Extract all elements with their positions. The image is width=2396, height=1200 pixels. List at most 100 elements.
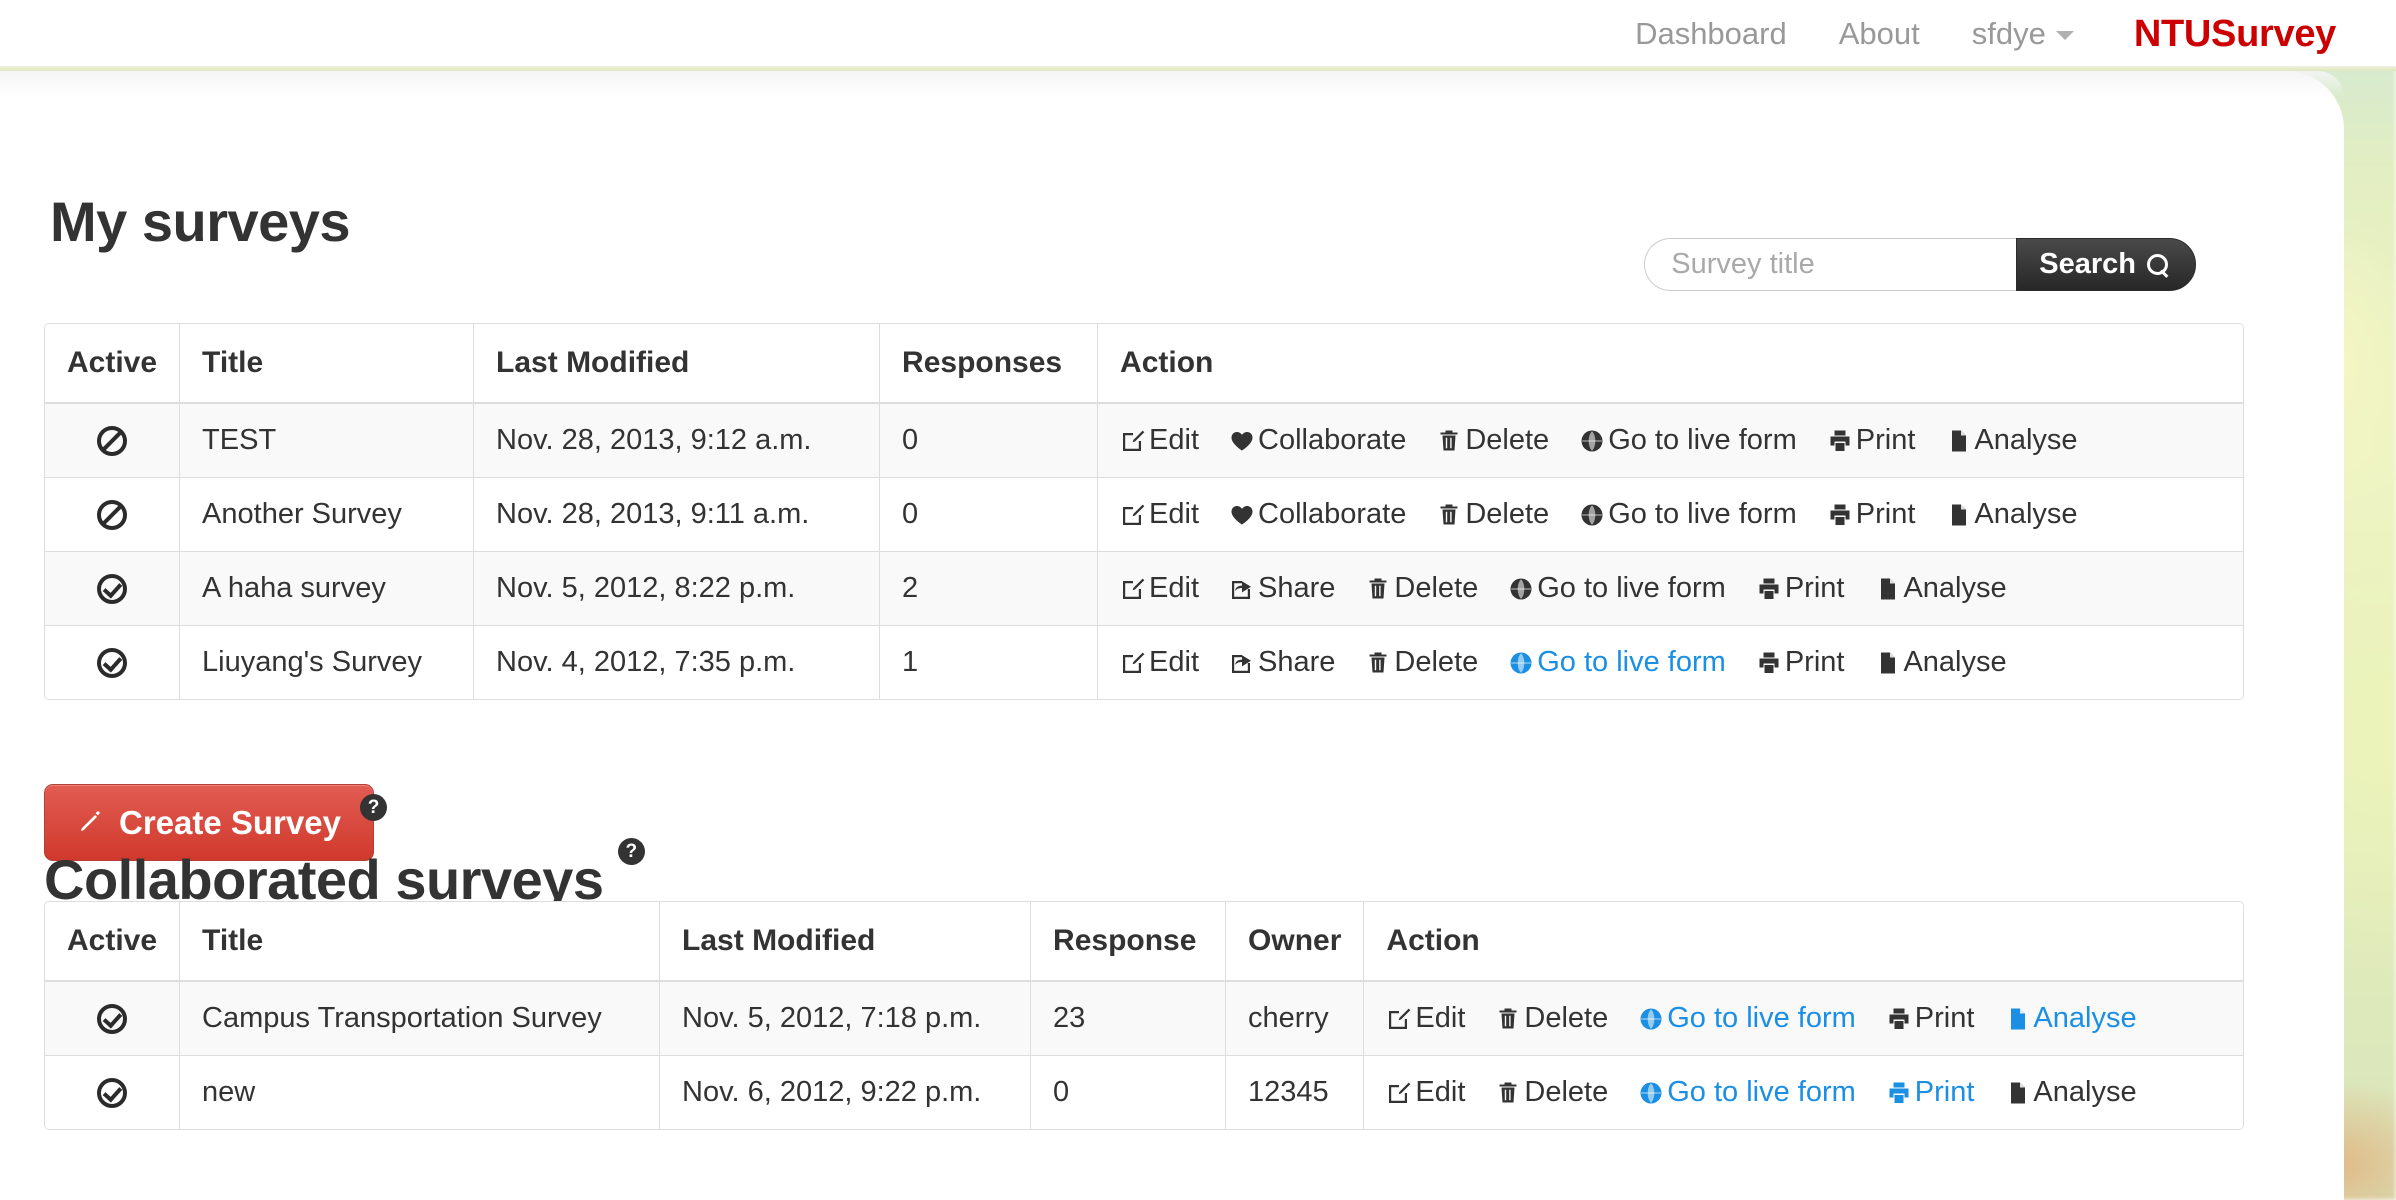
action-analyse[interactable]: Analyse <box>1874 646 2007 679</box>
globe-icon <box>1508 575 1534 603</box>
action-edit[interactable]: Edit <box>1120 498 1199 531</box>
action-go-to-live-form[interactable]: Go to live form <box>1638 1076 1856 1109</box>
action-print[interactable]: Print <box>1756 572 1844 605</box>
action-delete[interactable]: Delete <box>1495 1076 1608 1109</box>
action-edit[interactable]: Edit <box>1120 646 1199 679</box>
action-print[interactable]: Print <box>1886 1076 1974 1109</box>
row-actions: Edit Share Delete Go to live form Print Analy… <box>1120 572 2221 605</box>
action-delete[interactable]: Delete <box>1495 1002 1608 1035</box>
print-icon <box>1886 1079 1912 1107</box>
trash-icon <box>1436 427 1462 455</box>
file-icon <box>1945 501 1971 529</box>
row-actions: Edit Delete Go to live form Print Analyse <box>1386 1002 2221 1035</box>
collaborated-surveys-table-body: Campus Transportation Survey Nov. 5, 2012… <box>45 982 2243 1129</box>
cell-action: Edit Delete Go to live form Print Analyse <box>1364 982 2243 1055</box>
action-analyse[interactable]: Analyse <box>2004 1002 2137 1035</box>
file-icon <box>2004 1079 2030 1107</box>
search-button-label: Search <box>2039 248 2136 280</box>
cell-title: Campus Transportation Survey <box>180 982 661 1055</box>
action-analyse[interactable]: Analyse <box>1874 572 2007 605</box>
action-label: Go to live form <box>1608 424 1797 456</box>
edit-icon <box>1386 1079 1412 1107</box>
action-print[interactable]: Print <box>1756 646 1844 679</box>
navbar-items: Dashboard About sfdye NTUSurvey <box>1609 0 2336 68</box>
action-edit[interactable]: Edit <box>1120 572 1199 605</box>
column-header-active: Active <box>45 324 181 404</box>
nav-item-user-menu[interactable]: sfdye <box>1946 0 2100 68</box>
trash-icon <box>1365 649 1391 677</box>
column-header-active: Active <box>45 902 181 982</box>
action-analyse[interactable]: Analyse <box>2004 1076 2137 1109</box>
cell-active <box>45 982 181 1055</box>
action-collaborate[interactable]: Collaborate <box>1229 424 1406 457</box>
action-delete[interactable]: Delete <box>1365 572 1478 605</box>
action-go-to-live-form[interactable]: Go to live form <box>1579 498 1797 531</box>
edit-icon <box>1120 575 1146 603</box>
action-go-to-live-form[interactable]: Go to live form <box>1508 572 1726 605</box>
action-go-to-live-form[interactable]: Go to live form <box>1579 424 1797 457</box>
file-icon <box>1874 649 1900 677</box>
column-header-last-modified: Last Modified <box>474 324 881 404</box>
collaborated-surveys-help-icon[interactable]: ? <box>617 838 645 866</box>
cell-active <box>45 404 181 477</box>
action-label: Analyse <box>1903 572 2007 604</box>
share-icon <box>1229 649 1255 677</box>
action-label: Delete <box>1465 498 1550 530</box>
action-share[interactable]: Share <box>1229 572 1335 605</box>
nav-item-dashboard[interactable]: Dashboard <box>1609 0 1813 68</box>
action-go-to-live-form[interactable]: Go to live form <box>1638 1002 1856 1035</box>
action-label: Edit <box>1149 572 1200 604</box>
search-input[interactable] <box>1644 238 2017 291</box>
cell-last-modified: Nov. 28, 2013, 9:11 a.m. <box>474 477 881 551</box>
action-label: Analyse <box>2033 1002 2137 1034</box>
action-delete[interactable]: Delete <box>1365 646 1478 679</box>
cell-last-modified: Nov. 5, 2012, 8:22 p.m. <box>474 551 881 625</box>
cell-action: Edit Delete Go to live form Print Analyse <box>1364 1055 2243 1129</box>
action-share[interactable]: Share <box>1229 646 1335 679</box>
action-label: Edit <box>1149 424 1200 456</box>
print-icon <box>1756 575 1782 603</box>
cell-action: Edit Collaborate Delete Go to live form Prin… <box>1098 477 2243 551</box>
trash-icon <box>1495 1079 1521 1107</box>
column-header-responses: Responses <box>880 324 1099 404</box>
inactive-ban-icon <box>97 500 128 531</box>
heart-icon <box>1229 427 1255 455</box>
column-header-title: Title <box>180 324 475 404</box>
cell-responses: 0 <box>880 404 1099 477</box>
action-delete[interactable]: Delete <box>1436 498 1549 531</box>
page-title: My surveys <box>50 190 351 253</box>
file-icon <box>1874 575 1900 603</box>
action-print[interactable]: Print <box>1886 1002 1974 1035</box>
action-label: Delete <box>1394 646 1479 678</box>
action-label: Delete <box>1465 424 1550 456</box>
brand-logo[interactable]: NTUSurvey <box>2100 0 2336 68</box>
row-actions: Edit Collaborate Delete Go to live form Prin… <box>1120 498 2221 531</box>
collaborated-surveys-table-head: Active Title Last Modified Response Owne… <box>45 902 2243 982</box>
action-analyse[interactable]: Analyse <box>1945 424 2078 457</box>
cell-action: Edit Collaborate Delete Go to live form Prin… <box>1098 404 2243 477</box>
action-label: Analyse <box>1974 498 2078 530</box>
action-edit[interactable]: Edit <box>1386 1002 1465 1035</box>
file-icon <box>2004 1005 2030 1033</box>
action-print[interactable]: Print <box>1827 498 1915 531</box>
row-actions: Edit Collaborate Delete Go to live form Prin… <box>1120 424 2221 457</box>
action-edit[interactable]: Edit <box>1120 424 1199 457</box>
action-print[interactable]: Print <box>1827 424 1915 457</box>
action-collaborate[interactable]: Collaborate <box>1229 498 1406 531</box>
edit-icon <box>1386 1005 1412 1033</box>
action-edit[interactable]: Edit <box>1386 1076 1465 1109</box>
action-label: Share <box>1258 572 1336 604</box>
action-delete[interactable]: Delete <box>1436 424 1549 457</box>
nav-item-about[interactable]: About <box>1813 0 1946 68</box>
search-button[interactable]: Search <box>2016 238 2196 291</box>
cell-active <box>45 551 181 625</box>
action-go-to-live-form[interactable]: Go to live form <box>1508 646 1726 679</box>
action-analyse[interactable]: Analyse <box>1945 498 2078 531</box>
cell-title: new <box>180 1055 661 1129</box>
cell-active <box>45 477 181 551</box>
create-survey-help-icon[interactable]: ? <box>360 794 387 821</box>
chevron-down-icon <box>2055 31 2074 41</box>
column-header-action: Action <box>1098 324 2243 404</box>
row-actions: Edit Share Delete Go to live form Print Analy… <box>1120 646 2221 679</box>
row-actions: Edit Delete Go to live form Print Analyse <box>1386 1076 2221 1109</box>
